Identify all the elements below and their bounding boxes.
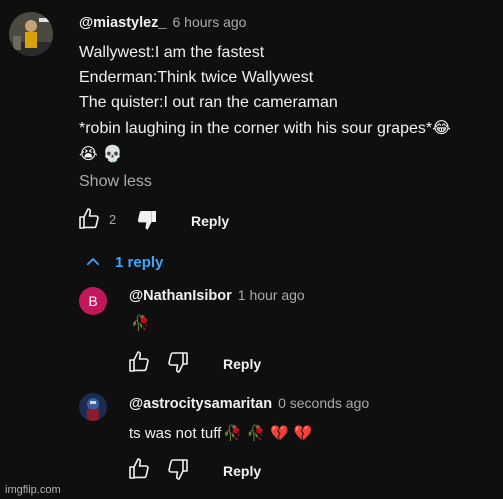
reply-text: 🥀 bbox=[131, 314, 150, 332]
reply-dislike-button[interactable] bbox=[166, 350, 190, 374]
like-button[interactable] bbox=[77, 207, 101, 231]
reply-header: @astrocitysamaritan 0 seconds ago bbox=[129, 395, 369, 413]
laughing-emoji: 😂 bbox=[432, 118, 451, 137]
reply-avatar[interactable]: B bbox=[79, 287, 107, 315]
comment-line-text: *robin laughing in the corner with his s… bbox=[79, 120, 433, 137]
avatar-letter: B bbox=[88, 293, 98, 309]
comment-body: Wallywest:I am the fastest Enderman:Thin… bbox=[79, 40, 451, 166]
thumbs-up-icon bbox=[79, 208, 99, 229]
replies-toggle[interactable]: 1 reply bbox=[84, 253, 163, 271]
reply-text-content: ts was not tuff bbox=[129, 425, 222, 442]
watermark: imgflip.com bbox=[5, 484, 61, 496]
comment-header: @miastylez_ 6 hours ago bbox=[79, 14, 246, 32]
reply-like-button[interactable] bbox=[127, 457, 151, 481]
comment-line: Wallywest:I am the fastest bbox=[79, 44, 265, 61]
reply-button[interactable]: Reply bbox=[191, 213, 229, 229]
reply-emoji: 🥀 🥀 💔 💔 bbox=[223, 424, 313, 442]
reply-header: @NathanIsibor 1 hour ago bbox=[129, 287, 305, 305]
reply-author[interactable]: @NathanIsibor bbox=[129, 288, 232, 304]
show-less-button[interactable]: Show less bbox=[79, 173, 152, 191]
thumbs-down-icon bbox=[168, 459, 188, 480]
replies-toggle-label: 1 reply bbox=[115, 253, 164, 271]
avatar[interactable] bbox=[9, 12, 53, 56]
reply-timestamp[interactable]: 1 hour ago bbox=[238, 287, 305, 303]
thumbs-down-icon bbox=[168, 352, 188, 373]
comment-line: The quister:I out ran the cameraman bbox=[79, 94, 338, 111]
like-count: 2 bbox=[109, 212, 117, 227]
reply-button[interactable]: Reply bbox=[223, 356, 261, 372]
comment-author[interactable]: @miastylez_ bbox=[79, 15, 167, 31]
comment-emoji-line: 😭 💀 bbox=[79, 144, 123, 163]
comment-line: *robin laughing in the corner with his s… bbox=[79, 115, 451, 141]
comment-timestamp[interactable]: 6 hours ago bbox=[173, 14, 247, 30]
reply-timestamp[interactable]: 0 seconds ago bbox=[278, 395, 369, 411]
thumbs-up-icon bbox=[129, 458, 149, 479]
reply-author[interactable]: @astrocitysamaritan bbox=[129, 396, 272, 412]
thumbs-up-icon bbox=[129, 351, 149, 372]
dislike-button[interactable] bbox=[135, 208, 159, 232]
thumbs-down-icon bbox=[137, 211, 156, 230]
chevron-up-icon bbox=[86, 258, 100, 266]
reply-like-button[interactable] bbox=[127, 350, 151, 374]
comment-line: Enderman:Think twice Wallywest bbox=[79, 69, 314, 86]
reply-dislike-button[interactable] bbox=[166, 457, 190, 481]
reply-text: ts was not tuff 🥀 🥀 💔 💔 bbox=[129, 424, 312, 442]
reply-button[interactable]: Reply bbox=[223, 463, 261, 479]
reply-avatar[interactable] bbox=[79, 393, 107, 421]
